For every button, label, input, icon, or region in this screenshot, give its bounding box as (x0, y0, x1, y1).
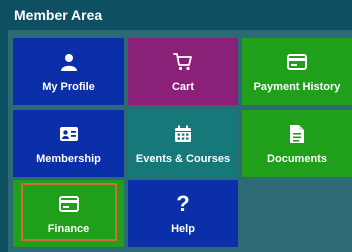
credit-card-icon (287, 51, 307, 73)
credit-card-icon (58, 193, 79, 215)
documents-tile[interactable]: Documents (242, 110, 352, 177)
help-label: Help (171, 222, 195, 235)
membership-tile[interactable]: Membership (13, 110, 124, 177)
cart-icon (173, 51, 193, 73)
my-profile-tile[interactable]: My Profile (13, 38, 124, 105)
events-courses-tile[interactable]: Events & Courses (128, 110, 238, 177)
calendar-icon (174, 123, 192, 145)
finance-tile[interactable]: Finance (13, 180, 124, 247)
help-tile[interactable]: ? Help (128, 180, 238, 247)
my-profile-label: My Profile (42, 80, 95, 93)
documents-label: Documents (267, 152, 327, 165)
payment-history-label: Payment History (253, 80, 341, 93)
page-title: Member Area (0, 0, 352, 30)
document-icon (289, 123, 305, 145)
user-icon (60, 51, 78, 73)
membership-label: Membership (36, 152, 101, 165)
cart-tile[interactable]: Cart (128, 38, 238, 105)
events-courses-label: Events & Courses (135, 152, 231, 165)
payment-history-tile[interactable]: Payment History (242, 38, 352, 105)
finance-label: Finance (47, 222, 90, 235)
cart-label: Cart (171, 80, 194, 93)
id-card-icon (59, 123, 79, 145)
question-icon: ? (176, 190, 190, 216)
